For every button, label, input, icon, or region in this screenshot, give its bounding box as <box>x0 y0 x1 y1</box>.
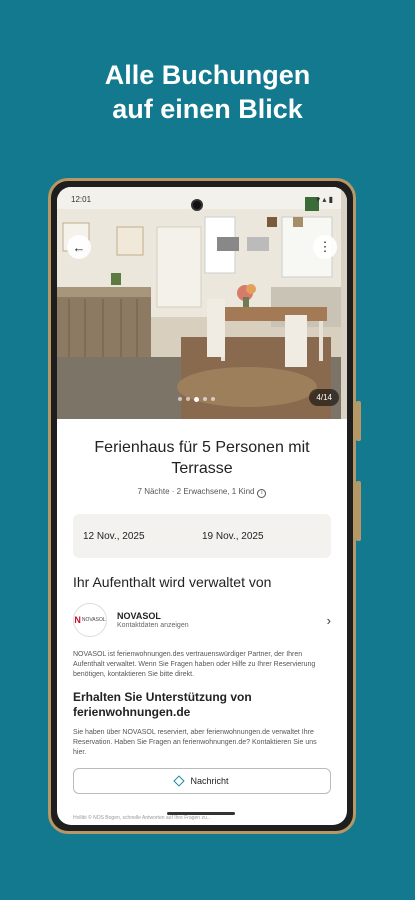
arrow-left-icon: ← <box>72 239 86 255</box>
host-contact-link: Kontaktdaten anzeigen <box>117 622 189 629</box>
host-description: NOVASOL ist ferienwohnungen.des vertraue… <box>73 651 316 678</box>
gallery-dot[interactable] <box>178 397 182 401</box>
home-indicator[interactable] <box>167 812 235 815</box>
host-name: NOVASOL <box>117 611 161 621</box>
message-button[interactable]: Nachricht <box>73 768 331 794</box>
status-icons: ▾ ▴ ▮ <box>316 195 333 204</box>
more-vertical-icon: ⋮ <box>318 239 332 254</box>
support-text: Sie haben über NOVASOL reserviert, aber … <box>73 729 317 756</box>
checkin-date: 12 Nov., 2025 <box>83 530 145 542</box>
stay-summary-text: 7 Nächte · 2 Erwachsene, 1 Kind <box>137 487 255 496</box>
front-camera <box>191 199 203 211</box>
listing-title: Ferienhaus für 5 Personen mit Terrasse <box>94 439 310 477</box>
host-logo: N NOVASOL <box>73 603 107 637</box>
headline-line-1: Alle Buchungen <box>104 60 311 90</box>
info-icon[interactable]: i <box>257 489 267 498</box>
gallery-dot[interactable] <box>186 397 190 401</box>
stay-summary: 7 Nächte · 2 Erwachsene, 1 Kind i <box>73 487 331 498</box>
managed-by-heading: Ihr Aufenthalt wird verwaltet von <box>73 574 272 590</box>
date-range: 12 Nov., 2025 19 Nov., 2025 <box>73 514 331 558</box>
phone-side-button <box>356 401 361 441</box>
footer-cut-text: Hollibi © NOS Bogen, schnelle Antworten … <box>73 815 211 821</box>
promo-headline: Alle Buchungen auf einen Blick <box>0 58 415 126</box>
listing-photo[interactable]: 12:01 ▾ ▴ ▮ ← ⋮ 4/14 <box>57 187 347 419</box>
host-row[interactable]: N NOVASOL NOVASOL Kontaktdaten anzeigen › <box>73 600 331 640</box>
headline-line-2: auf einen Blick <box>112 94 303 124</box>
back-button[interactable]: ← <box>67 235 91 259</box>
support-heading: Erhalten Sie Unterstützung von ferienwoh… <box>73 690 252 719</box>
status-time: 12:01 <box>71 195 92 204</box>
checkout-date: 19 Nov., 2025 <box>202 530 264 542</box>
app-screen: 12:01 ▾ ▴ ▮ ← ⋮ 4/14 Ferienhaus für 5 Pe… <box>57 187 347 825</box>
booking-details: Ferienhaus für 5 Personen mit Terrasse 7… <box>57 419 347 825</box>
gallery-dot[interactable] <box>211 397 215 401</box>
gallery-dot[interactable] <box>203 397 207 401</box>
gallery-counter: 4/14 <box>309 389 339 406</box>
kitchen-photo-illustration <box>57 187 341 419</box>
host-logo-mark: N <box>74 615 81 625</box>
message-icon <box>173 775 186 787</box>
phone-frame: 12:01 ▾ ▴ ▮ ← ⋮ 4/14 Ferienhaus für 5 Pe… <box>48 178 361 834</box>
chevron-right-icon: › <box>326 612 331 628</box>
host-logo-text: NOVASOL <box>81 617 106 623</box>
phone-side-button <box>356 481 361 541</box>
more-options-button[interactable]: ⋮ <box>313 235 337 259</box>
message-button-label: Nachricht <box>190 776 229 786</box>
gallery-dot-active[interactable] <box>194 396 199 402</box>
host-info: NOVASOL Kontaktdaten anzeigen <box>117 611 327 629</box>
gallery-pagination <box>178 396 215 402</box>
